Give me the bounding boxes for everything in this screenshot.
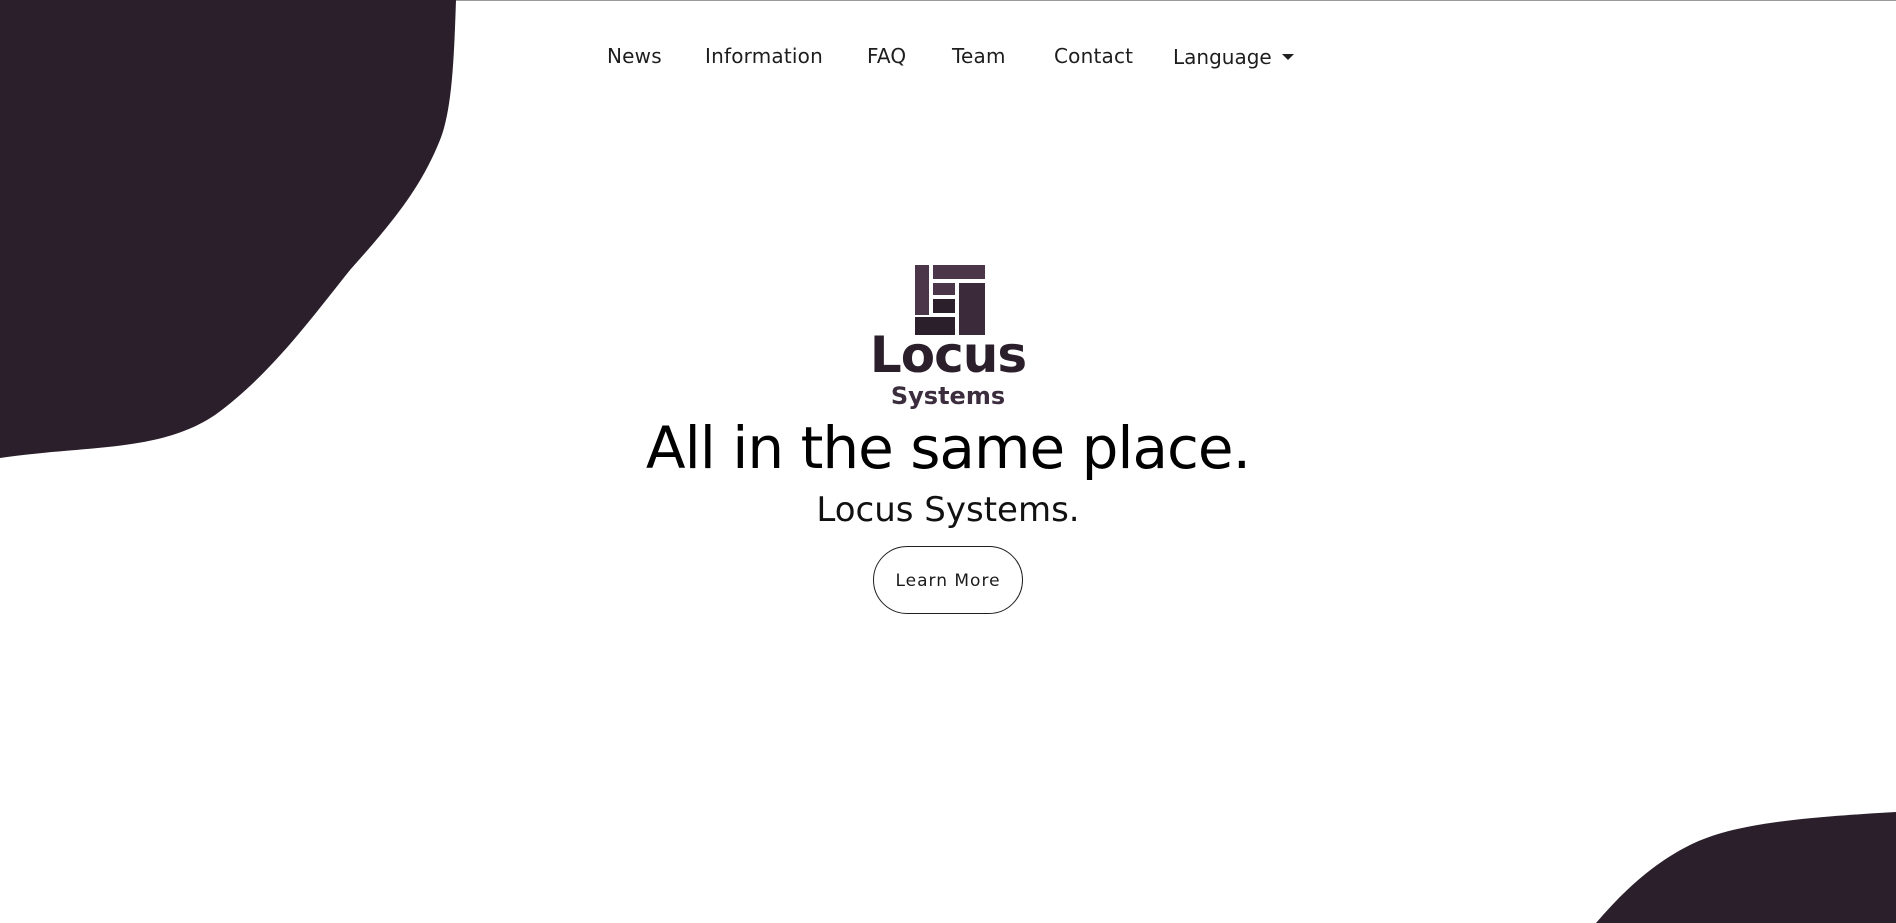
hero-subheadline: Locus Systems. bbox=[816, 489, 1080, 530]
language-dropdown[interactable]: Language bbox=[1173, 45, 1294, 69]
logo-subtitle: Systems bbox=[890, 382, 1006, 410]
logo-wordmark: Locus bbox=[869, 326, 1027, 384]
nav-item-information[interactable]: Information bbox=[705, 44, 823, 68]
hero-section: Locus Systems All in the same place. Loc… bbox=[0, 262, 1896, 615]
bottom-right-blob bbox=[1596, 812, 1896, 923]
locus-logo-mark-icon bbox=[915, 265, 985, 335]
nav-item-news[interactable]: News bbox=[607, 44, 662, 68]
nav-item-team[interactable]: Team bbox=[952, 44, 1006, 68]
learn-more-button[interactable]: Learn More bbox=[873, 546, 1023, 615]
language-dropdown-label: Language bbox=[1173, 45, 1272, 69]
nav-item-contact[interactable]: Contact bbox=[1054, 44, 1133, 68]
caret-down-icon bbox=[1281, 53, 1294, 60]
main-navigation: News Information FAQ Team Contact Langua… bbox=[0, 38, 1896, 78]
brand-logo: Locus Systems bbox=[863, 262, 1033, 414]
hero-headline: All in the same place. bbox=[645, 414, 1251, 482]
landing-page: News Information FAQ Team Contact Langua… bbox=[0, 0, 1896, 923]
nav-item-faq[interactable]: FAQ bbox=[867, 44, 906, 68]
